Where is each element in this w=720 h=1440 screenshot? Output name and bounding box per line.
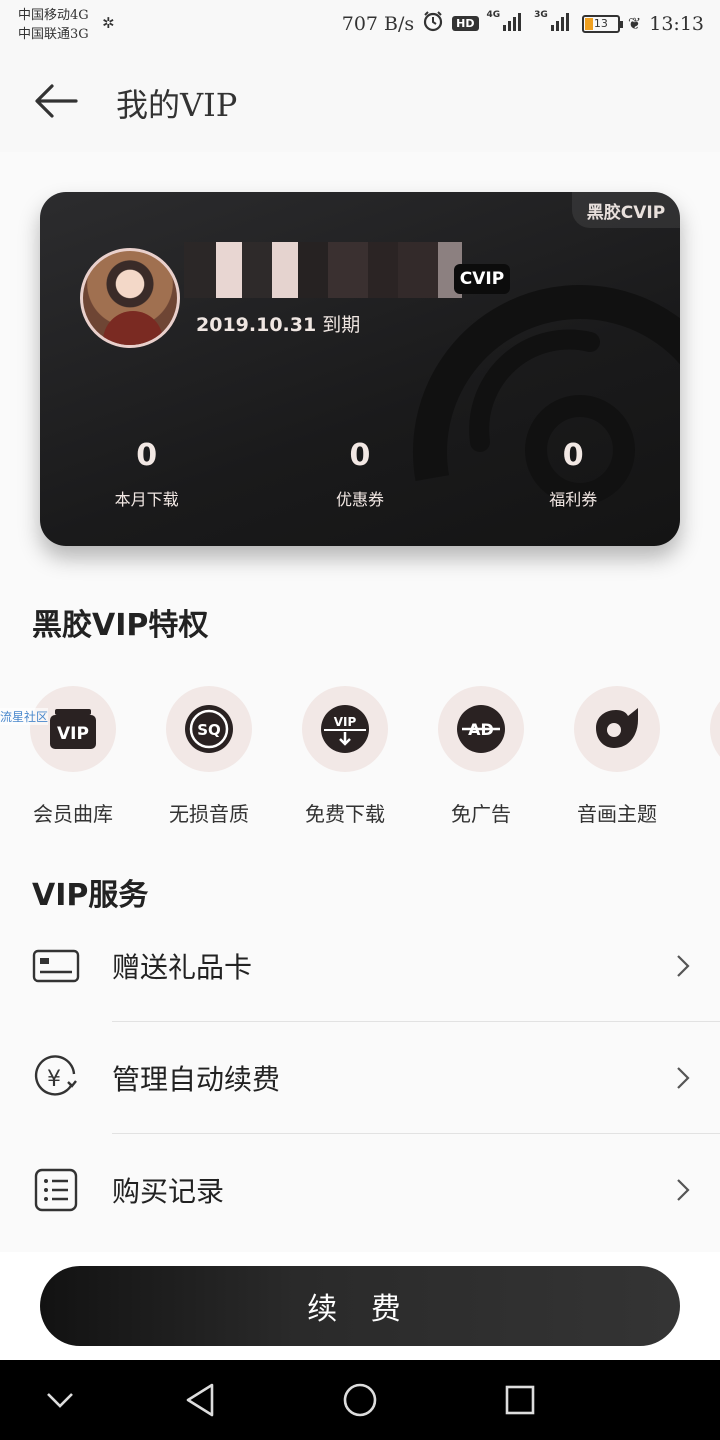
stat-label: 福利券 — [549, 490, 598, 509]
stat-value: 0 — [349, 438, 371, 473]
chevron-right-icon — [677, 1067, 690, 1089]
service-label: 管理自动续费 — [112, 1063, 281, 1096]
alarm-icon — [422, 10, 444, 37]
expiry-date: 2019.10.31 — [196, 314, 317, 336]
net-type-1: 4G — [486, 10, 501, 20]
battery-level: 13 — [593, 17, 608, 30]
privilege-free-download[interactable]: VIP 免费下载 — [277, 686, 413, 827]
vip-stats: 0 本月下载 0 优惠券 0 福利券 — [40, 436, 680, 510]
chevron-right-icon — [677, 1179, 690, 1201]
net-speed: 707 B/s — [341, 12, 415, 35]
back-button[interactable] — [30, 78, 82, 124]
chevron-down-icon — [47, 1393, 73, 1408]
auto-renew-yen-icon: ¥ — [32, 1054, 80, 1102]
signal-icon — [502, 11, 526, 36]
nav-back-button[interactable] — [178, 1378, 222, 1422]
privileges-list[interactable]: VIP 会员曲库 SQ 无损音质 VIP 免费下载 AD 免广告 音画主题 — [0, 686, 720, 836]
privilege-lossless[interactable]: SQ 无损音质 — [141, 686, 277, 827]
services-title: VIP服务 — [32, 878, 149, 913]
svg-text:¥: ¥ — [47, 1067, 61, 1092]
page-title: 我的VIP — [116, 86, 238, 124]
stat-coupons[interactable]: 0 优惠券 — [253, 436, 466, 510]
purchase-list-icon — [32, 1166, 80, 1214]
privilege-label: 免费下载 — [305, 802, 385, 826]
expiry-text: 2019.10.31 到期 — [196, 310, 360, 337]
no-ad-icon: AD — [438, 686, 524, 772]
status-bar: 中国移动4G 中国联通3G ✲ 707 B/s HD 4G 3G 13 ❦ 13… — [0, 0, 720, 50]
privilege-theme[interactable]: 音画主题 — [549, 686, 685, 827]
square-recents-icon — [505, 1385, 535, 1415]
privilege-label: 头 — [685, 798, 720, 827]
theme-icon — [574, 686, 660, 772]
status-indicators: 707 B/s HD 4G 3G 13 ❦ 13:13 — [342, 10, 704, 37]
nav-recents-button[interactable] — [498, 1378, 542, 1422]
clock: 13:13 — [649, 12, 704, 35]
privilege-label: 会员曲库 — [33, 802, 113, 826]
vip-download-icon: VIP — [302, 686, 388, 772]
main-content: 黑胶CVIP CVIP 2019.10.31 到期 0 本月下载 0 优惠券 0… — [0, 152, 720, 1252]
carrier-info: 中国移动4G 中国联通3G — [18, 6, 89, 44]
vip-brand-tag: 黑胶CVIP — [572, 192, 680, 228]
triangle-back-icon — [186, 1383, 214, 1417]
avatar[interactable] — [80, 248, 180, 348]
stat-downloads[interactable]: 0 本月下载 — [40, 436, 253, 510]
service-label: 购买记录 — [112, 1175, 225, 1208]
renew-button[interactable]: 续 费 — [40, 1266, 680, 1346]
watermark-text: 流星社区 — [0, 708, 49, 725]
bottom-action-bar: 续 费 — [0, 1252, 720, 1360]
battery-icon: 13 — [581, 14, 623, 33]
stat-label: 本月下载 — [114, 490, 179, 509]
app-header: 我的VIP — [0, 50, 720, 152]
service-label: 赠送礼品卡 — [112, 951, 253, 984]
more-privilege-icon — [710, 686, 720, 772]
stat-welfare[interactable]: 0 福利券 — [467, 436, 680, 510]
username-blurred — [184, 242, 474, 298]
nav-collapse-button[interactable] — [38, 1378, 82, 1422]
sq-lossless-icon: SQ — [166, 686, 252, 772]
privilege-label: 免广告 — [451, 802, 511, 826]
privilege-more[interactable]: 头 — [685, 686, 720, 827]
services-list: 赠送礼品卡 ¥ 管理自动续费 购买记录 — [0, 910, 720, 1246]
system-nav-bar — [0, 1360, 720, 1440]
hd-badge: HD — [452, 16, 479, 31]
circle-home-icon — [343, 1383, 377, 1417]
privileges-title: 黑胶VIP特权 — [32, 608, 209, 643]
service-auto-renew[interactable]: ¥ 管理自动续费 — [0, 1022, 720, 1134]
my-vip-screen: 中国移动4G 中国联通3G ✲ 707 B/s HD 4G 3G 13 ❦ 13… — [0, 0, 720, 1440]
stat-label: 优惠券 — [335, 490, 384, 509]
privilege-label: 无损音质 — [169, 802, 249, 826]
chevron-right-icon — [677, 955, 690, 977]
carrier-1: 中国移动4G — [18, 8, 89, 23]
notification-icon: ✲ — [102, 14, 115, 32]
service-gift-card[interactable]: 赠送礼品卡 — [0, 910, 720, 1022]
back-arrow-icon — [35, 84, 78, 118]
nav-home-button[interactable] — [338, 1378, 382, 1422]
carrier-2: 中国联通3G — [18, 27, 89, 42]
net-type-2: 3G — [534, 10, 548, 20]
expiry-suffix: 到期 — [322, 314, 361, 336]
service-purchase-history[interactable]: 购买记录 — [0, 1134, 720, 1246]
gift-card-icon — [32, 942, 80, 990]
vip-library-icon: VIP — [30, 686, 116, 772]
signal-icon-2 — [550, 11, 574, 36]
svg-text:VIP: VIP — [57, 724, 89, 744]
privilege-no-ads[interactable]: AD 免广告 — [413, 686, 549, 827]
privilege-label: 音画主题 — [577, 802, 657, 826]
stat-value: 0 — [136, 438, 158, 473]
leaf-icon: ❦ — [627, 14, 642, 33]
svg-text:VIP: VIP — [334, 715, 357, 729]
svg-text:SQ: SQ — [197, 721, 221, 739]
stat-value: 0 — [562, 438, 584, 473]
vip-card: 黑胶CVIP CVIP 2019.10.31 到期 0 本月下载 0 优惠券 0… — [40, 192, 680, 546]
cvip-badge: CVIP — [454, 264, 510, 294]
